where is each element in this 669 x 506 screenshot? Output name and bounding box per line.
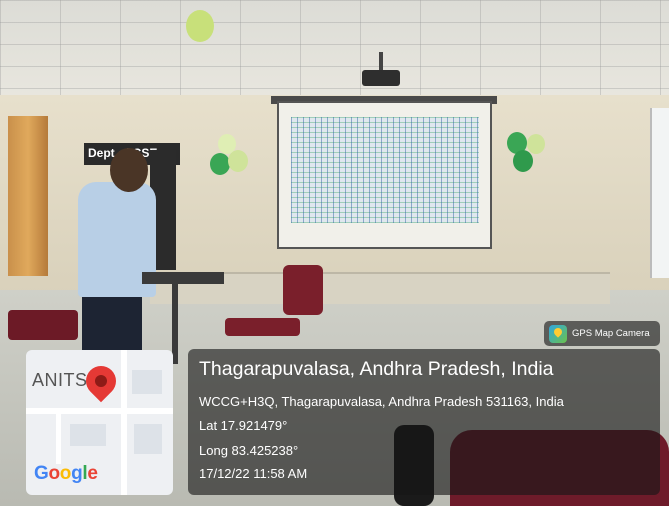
timestamp: 17/12/22 11:58 AM <box>199 466 308 481</box>
chair <box>283 265 323 315</box>
address-line: WCCG+H3Q, Thagarapuvalasa, Andhra Prades… <box>199 394 564 409</box>
chair-seat <box>225 318 300 336</box>
presenter-head <box>110 148 148 192</box>
map-road <box>26 408 173 414</box>
longitude: Long 83.425238° <box>199 443 299 458</box>
projector <box>362 70 400 86</box>
balloon <box>527 134 545 154</box>
chair-left <box>8 310 78 340</box>
projected-slide <box>291 117 479 223</box>
balloon <box>186 10 214 42</box>
location-pin-icon <box>79 359 123 403</box>
app-badge-label: GPS Map Camera <box>572 328 650 339</box>
map-building <box>132 370 162 394</box>
google-logo: Google <box>34 463 98 484</box>
desk <box>142 272 224 284</box>
map-building <box>70 424 106 446</box>
balloon <box>210 153 230 175</box>
balloon <box>218 134 236 154</box>
place-title: Thagarapuvalasa, Andhra Pradesh, India <box>199 358 554 380</box>
app-badge: GPS Map Camera <box>544 321 660 346</box>
map-road <box>56 414 61 464</box>
mini-map: ANITS Google <box>26 350 173 495</box>
map-building <box>134 424 162 454</box>
balloon <box>513 150 533 172</box>
right-window <box>650 108 669 278</box>
window-curtain <box>8 116 48 276</box>
balloon <box>228 150 248 172</box>
projector-mount <box>379 52 383 70</box>
desk-leg <box>172 284 178 364</box>
map-place-label: ANITS <box>32 370 88 390</box>
ceiling-tiles <box>0 0 669 105</box>
gps-map-camera-icon <box>549 324 567 343</box>
map-road <box>121 350 127 495</box>
projection-screen <box>277 101 492 249</box>
latitude: Lat 17.921479° <box>199 418 288 433</box>
